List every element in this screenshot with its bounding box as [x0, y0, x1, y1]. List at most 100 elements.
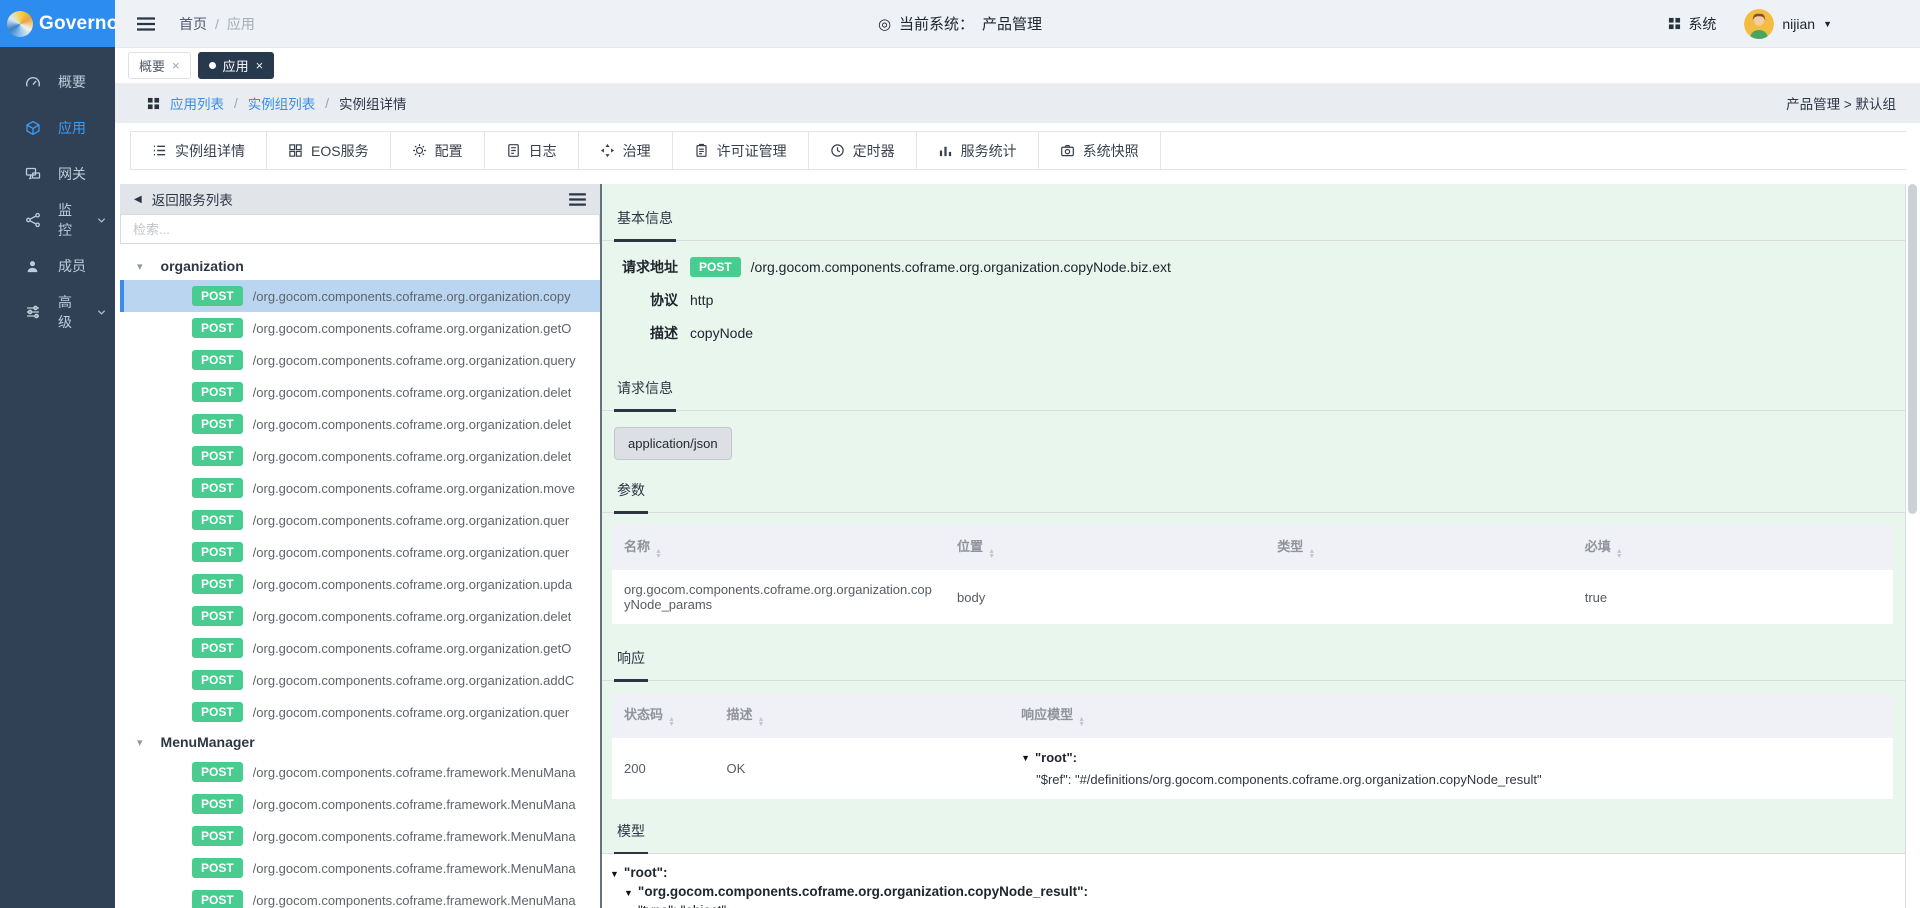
service-group-MenuManager[interactable]: ▾MenuManager — [120, 728, 600, 756]
service-item[interactable]: POST/org.gocom.components.coframe.org.or… — [120, 600, 600, 632]
user-menu[interactable]: nijian ▼ — [1744, 9, 1832, 39]
search-input[interactable] — [120, 214, 600, 244]
method-badge: POST — [192, 762, 243, 782]
window-tab-application[interactable]: 应用 × — [198, 52, 275, 79]
service-item[interactable]: POST/org.gocom.components.coframe.org.or… — [120, 376, 600, 408]
sort-desc-icon: ▼ — [757, 722, 764, 727]
service-item[interactable]: POST/org.gocom.components.coframe.org.or… — [120, 408, 600, 440]
tool-tab-timer[interactable]: 定时器 — [809, 132, 917, 169]
service-item[interactable]: POST/org.gocom.components.coframe.framew… — [120, 756, 600, 788]
response-code: 200 — [612, 738, 714, 799]
service-item[interactable]: POST/org.gocom.components.coframe.framew… — [120, 884, 600, 908]
service-item[interactable]: POST/org.gocom.components.coframe.org.or… — [120, 536, 600, 568]
breadcrumb-instance-group-list[interactable]: 实例组列表 — [248, 93, 316, 113]
sidebar-item-gateway[interactable]: 网关 — [0, 151, 115, 197]
section-model-tabbar: 模型 — [602, 821, 1905, 854]
sort-desc-icon: ▼ — [1078, 722, 1085, 727]
tool-tab-log[interactable]: 日志 — [485, 132, 579, 169]
response-model-ref: "$ref": "#/definitions/org.gocom.compone… — [1036, 772, 1881, 787]
response-row: 200OK▼"root":"$ref": "#/definitions/org.… — [612, 738, 1893, 799]
sort-icon: ▲▼ — [988, 549, 995, 559]
method-badge: POST — [192, 510, 243, 530]
tab-model[interactable]: 模型 — [614, 821, 648, 855]
service-path: /org.gocom.components.coframe.org.organi… — [253, 481, 575, 496]
sidebar-item-label: 高级 — [58, 292, 79, 332]
tool-tab-eos-service[interactable]: EOS服务 — [267, 132, 391, 169]
sidebar-item-label: 应用 — [58, 118, 86, 138]
service-item[interactable]: POST/org.gocom.components.coframe.org.or… — [120, 440, 600, 472]
column-header[interactable]: 描述▲▼ — [714, 693, 1009, 738]
tab-request-info[interactable]: 请求信息 — [614, 378, 676, 412]
section-response-tabbar: 响应 — [602, 648, 1905, 681]
service-group-organization[interactable]: ▾organization — [120, 252, 600, 280]
gateway-icon — [25, 166, 41, 182]
description-row: 描述 copyNode — [614, 323, 1905, 343]
tab-basic-info[interactable]: 基本信息 — [614, 208, 676, 242]
model-tree-line: ▼"org.gocom.components.coframe.org.organ… — [610, 883, 1895, 902]
method-badge: POST — [192, 858, 243, 878]
service-item[interactable]: POST/org.gocom.components.coframe.framew… — [120, 788, 600, 820]
response-model-root-key: "root": — [1035, 750, 1077, 765]
service-item[interactable]: POST/org.gocom.components.coframe.framew… — [120, 852, 600, 884]
breadcrumb-separator: / — [234, 96, 238, 111]
content-type-button[interactable]: application/json — [614, 427, 732, 460]
method-badge: POST — [192, 826, 243, 846]
service-item[interactable]: POST/org.gocom.components.coframe.org.or… — [120, 664, 600, 696]
scrollbar-thumb[interactable] — [1908, 184, 1917, 514]
column-header[interactable]: 响应模型▲▼ — [1009, 693, 1893, 738]
hamburger-icon[interactable] — [137, 17, 155, 31]
caret-down-icon[interactable]: ▼ — [624, 885, 633, 902]
service-item[interactable]: POST/org.gocom.components.coframe.org.or… — [120, 472, 600, 504]
model-tree-line: ▼"root": — [610, 864, 1895, 883]
service-item[interactable]: POST/org.gocom.components.coframe.org.or… — [120, 632, 600, 664]
system-menu[interactable]: 系统 — [1668, 14, 1716, 34]
tool-tab-system-snapshot[interactable]: 系统快照 — [1039, 132, 1161, 169]
tab-params[interactable]: 参数 — [614, 480, 648, 514]
tool-tab-label: 治理 — [623, 141, 651, 161]
close-icon[interactable]: × — [256, 58, 264, 73]
request-path: /org.gocom.components.coframe.org.organi… — [751, 259, 1171, 275]
tool-tab-governance[interactable]: 治理 — [579, 132, 673, 169]
sidebar-item-monitor[interactable]: 监控 — [0, 197, 115, 243]
sidebar-item-overview[interactable]: 概要 — [0, 59, 115, 105]
back-to-service-list[interactable]: ◀ 返回服务列表 — [120, 184, 600, 214]
caret-down-icon[interactable]: ▼ — [1021, 753, 1030, 763]
window-tab-overview[interactable]: 概要 × — [128, 52, 191, 79]
protocol-label: 协议 — [614, 290, 678, 310]
column-header[interactable]: 名称▲▼ — [612, 525, 945, 570]
page-breadcrumb: 应用列表 / 实例组列表 / 实例组详情 产品管理 > 默认组 — [115, 83, 1920, 123]
column-header[interactable]: 位置▲▼ — [945, 525, 1265, 570]
column-header[interactable]: 类型▲▼ — [1265, 525, 1572, 570]
column-header[interactable]: 必填▲▼ — [1573, 525, 1893, 570]
service-item[interactable]: POST/org.gocom.components.coframe.framew… — [120, 820, 600, 852]
caret-down-icon[interactable]: ▼ — [610, 866, 619, 883]
breadcrumb-app-list[interactable]: 应用列表 — [170, 93, 224, 113]
breadcrumb-separator: / — [325, 96, 329, 111]
tool-tab-config[interactable]: 配置 — [391, 132, 485, 169]
grid-icon — [288, 143, 303, 158]
service-item[interactable]: POST/org.gocom.components.coframe.org.or… — [120, 696, 600, 728]
timer-icon — [830, 143, 845, 158]
service-path: /org.gocom.components.coframe.framework.… — [253, 797, 576, 812]
tool-tab-license[interactable]: 许可证管理 — [673, 132, 809, 169]
sidebar: Governor 概要应用网关监控成员高级 — [0, 0, 115, 908]
tool-tab-instance-group-detail[interactable]: 实例组详情 — [130, 132, 267, 169]
section-request-tabbar: 请求信息 — [602, 378, 1905, 411]
close-icon[interactable]: × — [172, 58, 180, 73]
service-item[interactable]: POST/org.gocom.components.coframe.org.or… — [120, 504, 600, 536]
service-item[interactable]: POST/org.gocom.components.coframe.org.or… — [120, 344, 600, 376]
breadcrumb-home[interactable]: 首页 — [179, 14, 207, 34]
logo-swirl-icon — [7, 11, 33, 37]
panel-menu-icon[interactable] — [569, 193, 586, 206]
service-item[interactable]: POST/org.gocom.components.coframe.org.or… — [120, 280, 600, 312]
app-logo[interactable]: Governor — [0, 0, 115, 47]
sidebar-item-member[interactable]: 成员 — [0, 243, 115, 289]
column-header[interactable]: 状态码▲▼ — [612, 693, 714, 738]
sidebar-item-advanced[interactable]: 高级 — [0, 289, 115, 335]
service-item[interactable]: POST/org.gocom.components.coframe.org.or… — [120, 312, 600, 344]
sidebar-item-application[interactable]: 应用 — [0, 105, 115, 151]
method-badge: POST — [192, 350, 243, 370]
tab-response[interactable]: 响应 — [614, 648, 648, 682]
service-item[interactable]: POST/org.gocom.components.coframe.org.or… — [120, 568, 600, 600]
tool-tab-service-stats[interactable]: 服务统计 — [917, 132, 1039, 169]
